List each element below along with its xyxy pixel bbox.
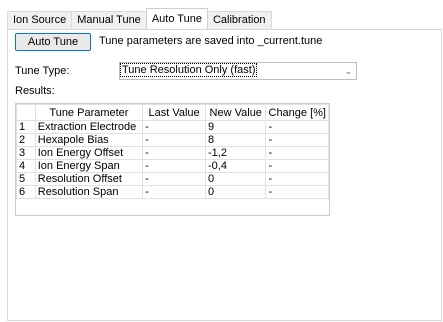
tab-manual-tune[interactable]: Manual Tune (71, 11, 147, 29)
row-index-cell: 2 (16, 133, 36, 147)
change-cell: - (265, 159, 329, 173)
table-row[interactable]: 3 Ion Energy Offset - -1,2 - (16, 146, 329, 160)
new-value-cell: 9 (204, 120, 267, 134)
last-value-cell: - (142, 159, 206, 173)
auto-tune-button[interactable]: Auto Tune (15, 33, 91, 51)
table-row[interactable]: 5 Resolution Offset - 0 - (16, 172, 329, 186)
table-row[interactable]: 2 Hexapole Bias - 8 - (16, 133, 329, 147)
new-value-cell: -1,2 (204, 146, 267, 160)
new-value-cell: -0,4 (204, 159, 267, 173)
new-value-cell: 0 (204, 185, 267, 199)
last-value-cell: - (142, 146, 206, 160)
change-cell: - (265, 133, 329, 147)
tune-type-select[interactable]: Tune Resolution Only (fast) ⌄ (119, 62, 357, 80)
save-hint-text: Tune parameters are saved into _current.… (99, 35, 323, 47)
last-value-cell: - (142, 172, 206, 186)
chevron-down-icon: ⌄ (344, 66, 352, 76)
new-value-cell: 0 (204, 172, 267, 186)
change-cell: - (265, 120, 329, 134)
tab-calibration[interactable]: Calibration (206, 11, 272, 29)
row-index-cell: 1 (16, 120, 36, 134)
tab-ion-source[interactable]: Ion Source (7, 11, 73, 29)
tune-parameter-cell: Ion Energy Span (34, 159, 144, 173)
tune-type-label: Tune Type: (15, 65, 70, 77)
column-header-tune-parameter[interactable]: Tune Parameter (34, 104, 144, 121)
change-cell: - (265, 185, 329, 199)
table-row[interactable]: 4 Ion Energy Span - -0,4 - (16, 159, 329, 173)
tune-type-value: Tune Resolution Only (fast) (119, 63, 258, 77)
tune-parameter-cell: Ion Energy Offset (34, 146, 144, 160)
change-cell: - (265, 146, 329, 160)
new-value-cell: 8 (204, 133, 267, 147)
tune-parameter-cell: Hexapole Bias (34, 133, 144, 147)
column-header-last-value[interactable]: Last Value (142, 104, 206, 121)
tune-parameter-cell: Resolution Span (34, 185, 144, 199)
last-value-cell: - (142, 120, 206, 134)
column-header-new-value[interactable]: New Value (204, 104, 267, 121)
last-value-cell: - (142, 133, 206, 147)
tune-parameter-cell: Resolution Offset (34, 172, 144, 186)
table-row[interactable]: 1 Extraction Electrode - 9 - (16, 120, 329, 134)
column-header-index[interactable] (16, 104, 36, 121)
results-grid[interactable]: Tune Parameter Last Value New Value Chan… (15, 103, 330, 216)
row-index-cell: 3 (16, 146, 36, 160)
row-index-cell: 4 (16, 159, 36, 173)
tune-parameter-cell: Extraction Electrode (34, 120, 144, 134)
row-index-cell: 6 (16, 185, 36, 199)
last-value-cell: - (142, 185, 206, 199)
table-header-row: Tune Parameter Last Value New Value Chan… (16, 104, 329, 121)
row-index-cell: 5 (16, 172, 36, 186)
change-cell: - (265, 172, 329, 186)
results-table: Tune Parameter Last Value New Value Chan… (16, 104, 329, 199)
column-header-change[interactable]: Change [%] (265, 104, 329, 121)
tab-auto-tune[interactable]: Auto Tune (145, 8, 208, 29)
table-row[interactable]: 6 Resolution Span - 0 - (16, 185, 329, 199)
tab-strip: Ion Source Manual Tune Auto Tune Calibra… (7, 8, 272, 29)
results-label: Results: (15, 85, 55, 97)
